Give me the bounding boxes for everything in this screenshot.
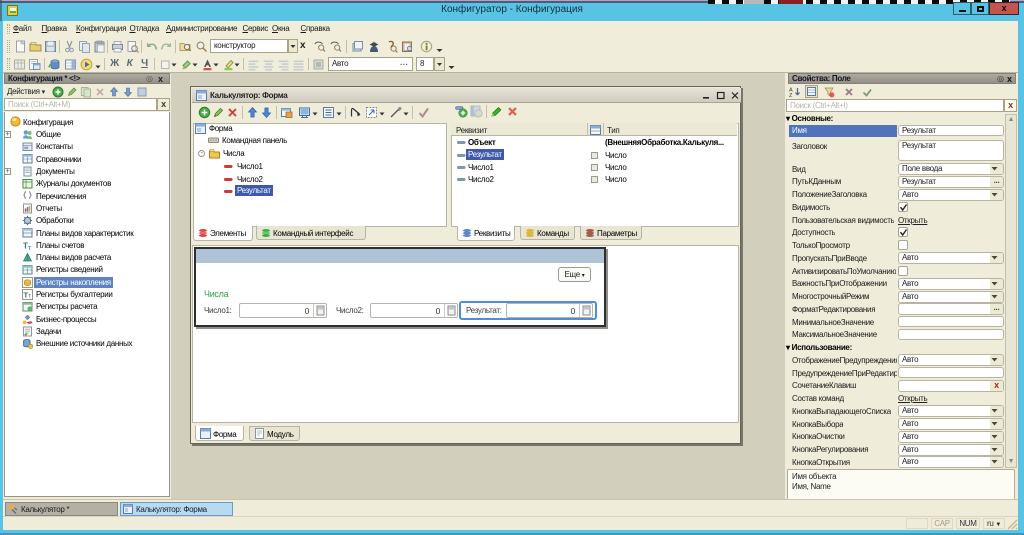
- svg-text:т: т: [28, 245, 32, 251]
- svg-text:Z: Z: [789, 93, 793, 98]
